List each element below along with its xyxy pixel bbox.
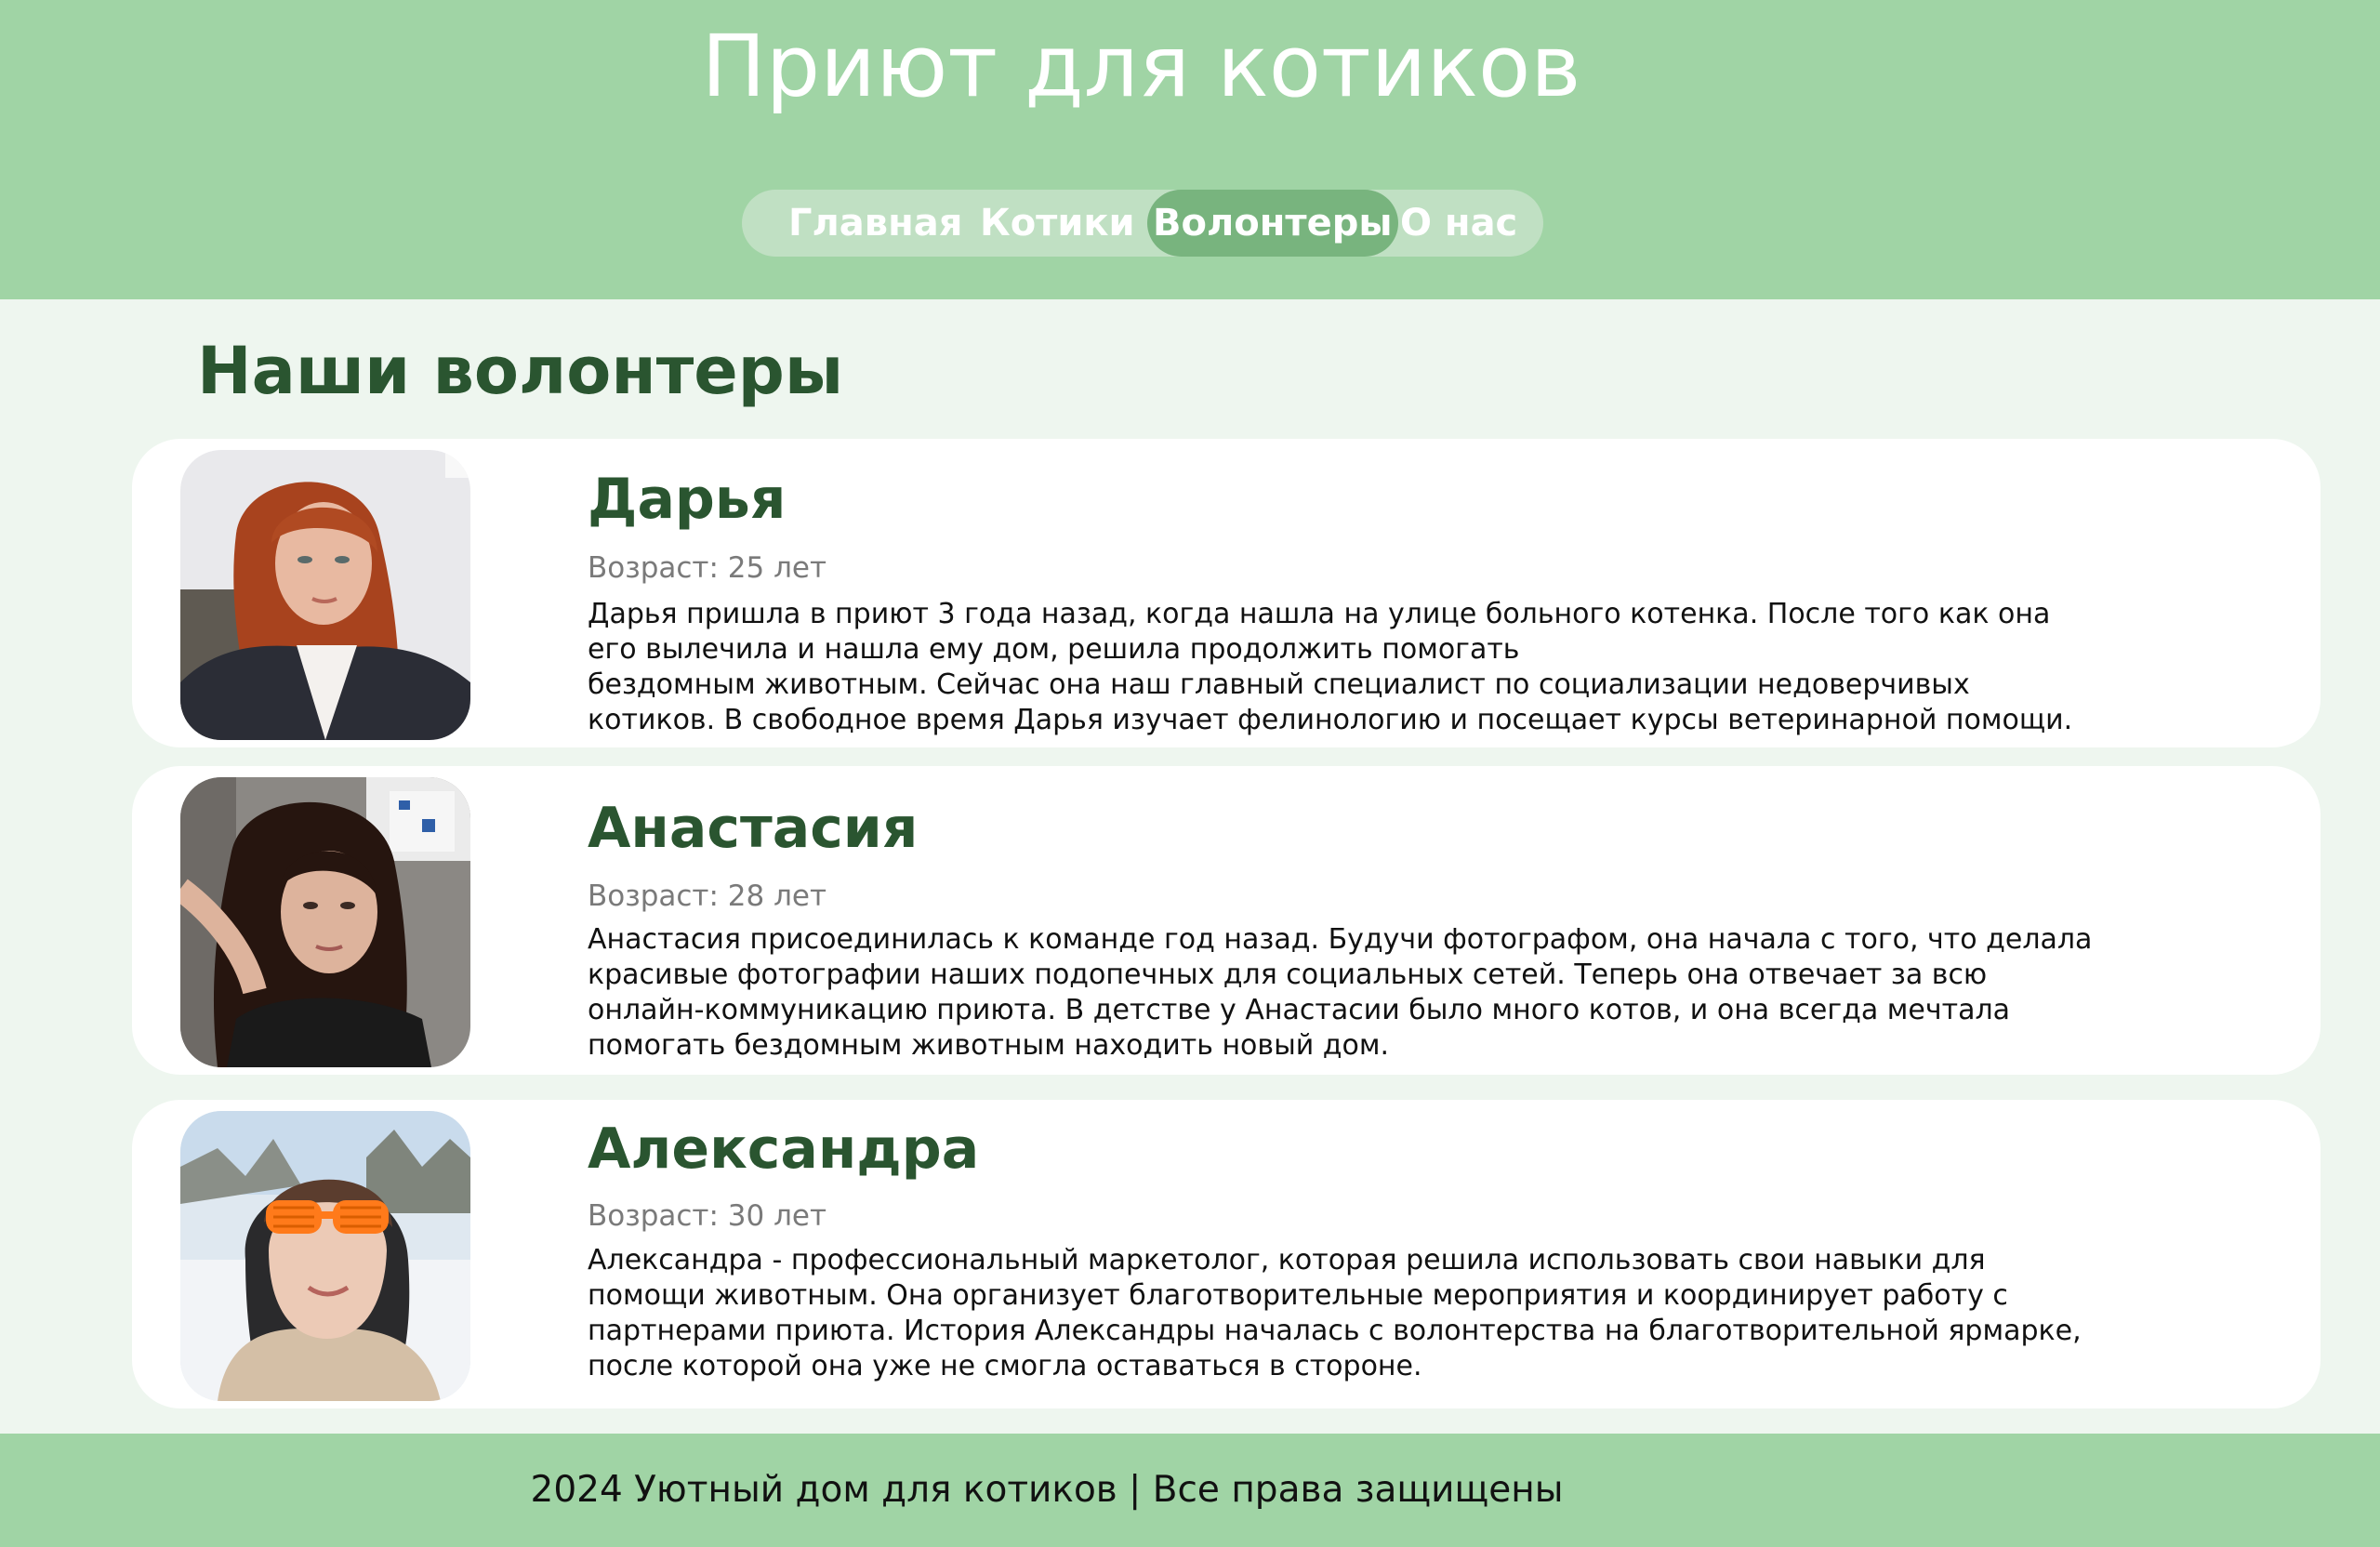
volunteer-bio: Анастасия присоединилась к команде год н…: [588, 922, 2122, 1064]
volunteer-card: Александра Возраст: 30 лет Александра - …: [132, 1100, 2320, 1408]
bio-line: партнерами приюта. История Александры на…: [588, 1315, 2082, 1347]
bio-line: помогать бездомным животным находить нов…: [588, 1029, 1390, 1062]
volunteer-photo: [180, 777, 470, 1067]
volunteer-bio: Александра - профессиональный маркетолог…: [588, 1243, 2122, 1384]
bio-line: помощи животным. Она организует благотво…: [588, 1279, 2008, 1312]
main-nav: Главная Котики Волонтеры О нас: [742, 190, 1543, 257]
bio-line: онлайн-коммуникацию приюта. В детстве у …: [588, 994, 2011, 1026]
volunteer-name: Дарья: [588, 467, 787, 532]
volunteer-photo: [180, 1111, 470, 1401]
bio-line: котиков. В свободное время Дарья изучает…: [588, 704, 2073, 736]
bio-line: красивые фотографии наших подопечных для…: [588, 959, 1988, 991]
bio-line: Дарья пришла в приют 3 года назад, когда…: [588, 598, 2051, 630]
volunteer-card: Анастасия Возраст: 28 лет Анастасия прис…: [132, 766, 2320, 1075]
volunteer-name: Анастасия: [588, 796, 919, 861]
nav-item-about[interactable]: О нас: [1400, 190, 1517, 257]
site-title: Приют для котиков: [701, 17, 1581, 116]
portrait-photo-icon: [180, 450, 470, 740]
site-header: Приют для котиков Главная Котики Волонте…: [0, 0, 2380, 299]
footer-copyright: 2024 Уютный дом для котиков | Все права …: [530, 1469, 1564, 1511]
site-footer: 2024 Уютный дом для котиков | Все права …: [0, 1434, 2380, 1547]
nav-item-cats[interactable]: Котики: [980, 190, 1135, 257]
volunteer-name: Александра: [588, 1117, 980, 1182]
volunteer-age: Возраст: 30 лет: [588, 1199, 827, 1233]
volunteer-bio: Дарья пришла в приют 3 года назад, когда…: [588, 597, 2122, 738]
portrait-photo-icon: [180, 777, 470, 1067]
volunteer-age: Возраст: 25 лет: [588, 551, 827, 585]
bio-line: Анастасия присоединилась к команде год н…: [588, 923, 2093, 956]
bio-line: бездомным животным. Сейчас она наш главн…: [588, 668, 1970, 701]
bio-line: его вылечила и нашла ему дом, решила про…: [588, 633, 1520, 666]
volunteer-card: Дарья Возраст: 25 лет Дарья пришла в при…: [132, 439, 2320, 747]
volunteer-age: Возраст: 28 лет: [588, 879, 827, 913]
page-title: Наши волонтеры: [197, 333, 844, 409]
bio-line: Александра - профессиональный маркетолог…: [588, 1244, 1986, 1276]
nav-item-home[interactable]: Главная: [788, 190, 962, 257]
bio-line: после которой она уже не смогла оставать…: [588, 1350, 1422, 1382]
volunteer-photo: [180, 450, 470, 740]
portrait-photo-icon: [180, 1111, 470, 1401]
nav-item-volunteers[interactable]: Волонтеры: [1147, 190, 1398, 257]
